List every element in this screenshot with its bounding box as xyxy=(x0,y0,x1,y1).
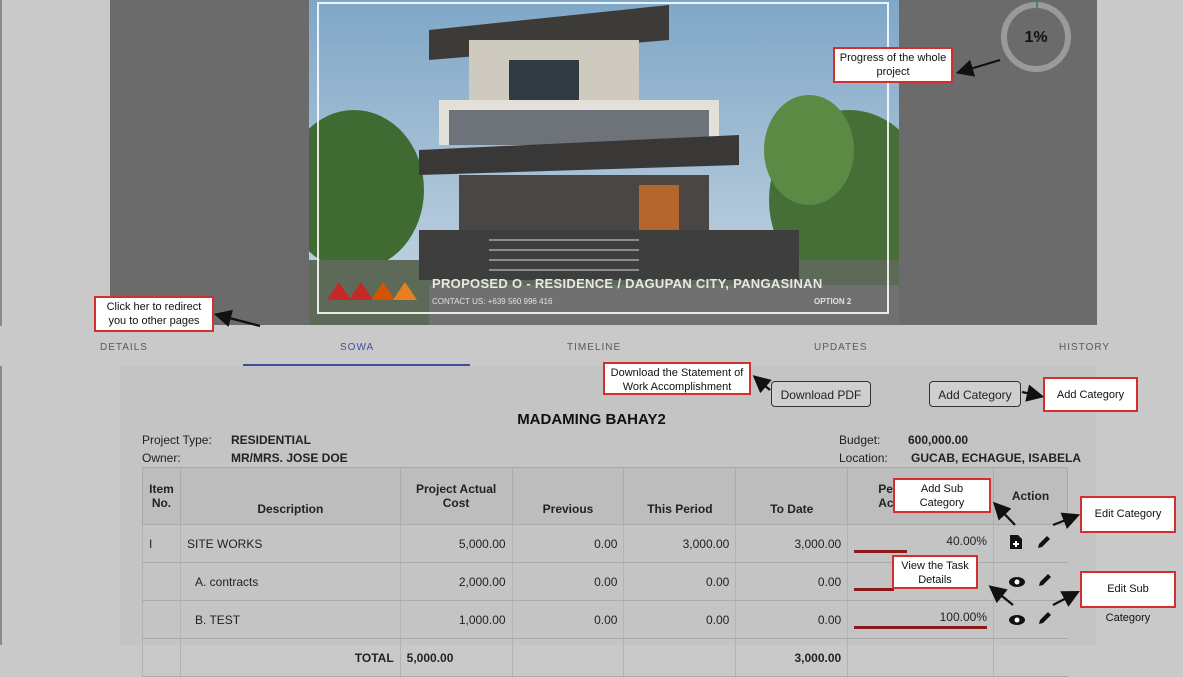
annotation-arrows xyxy=(213,58,1081,607)
page: PROPOSED O - RESIDENCE / DAGUPAN CITY, P… xyxy=(0,0,1183,677)
